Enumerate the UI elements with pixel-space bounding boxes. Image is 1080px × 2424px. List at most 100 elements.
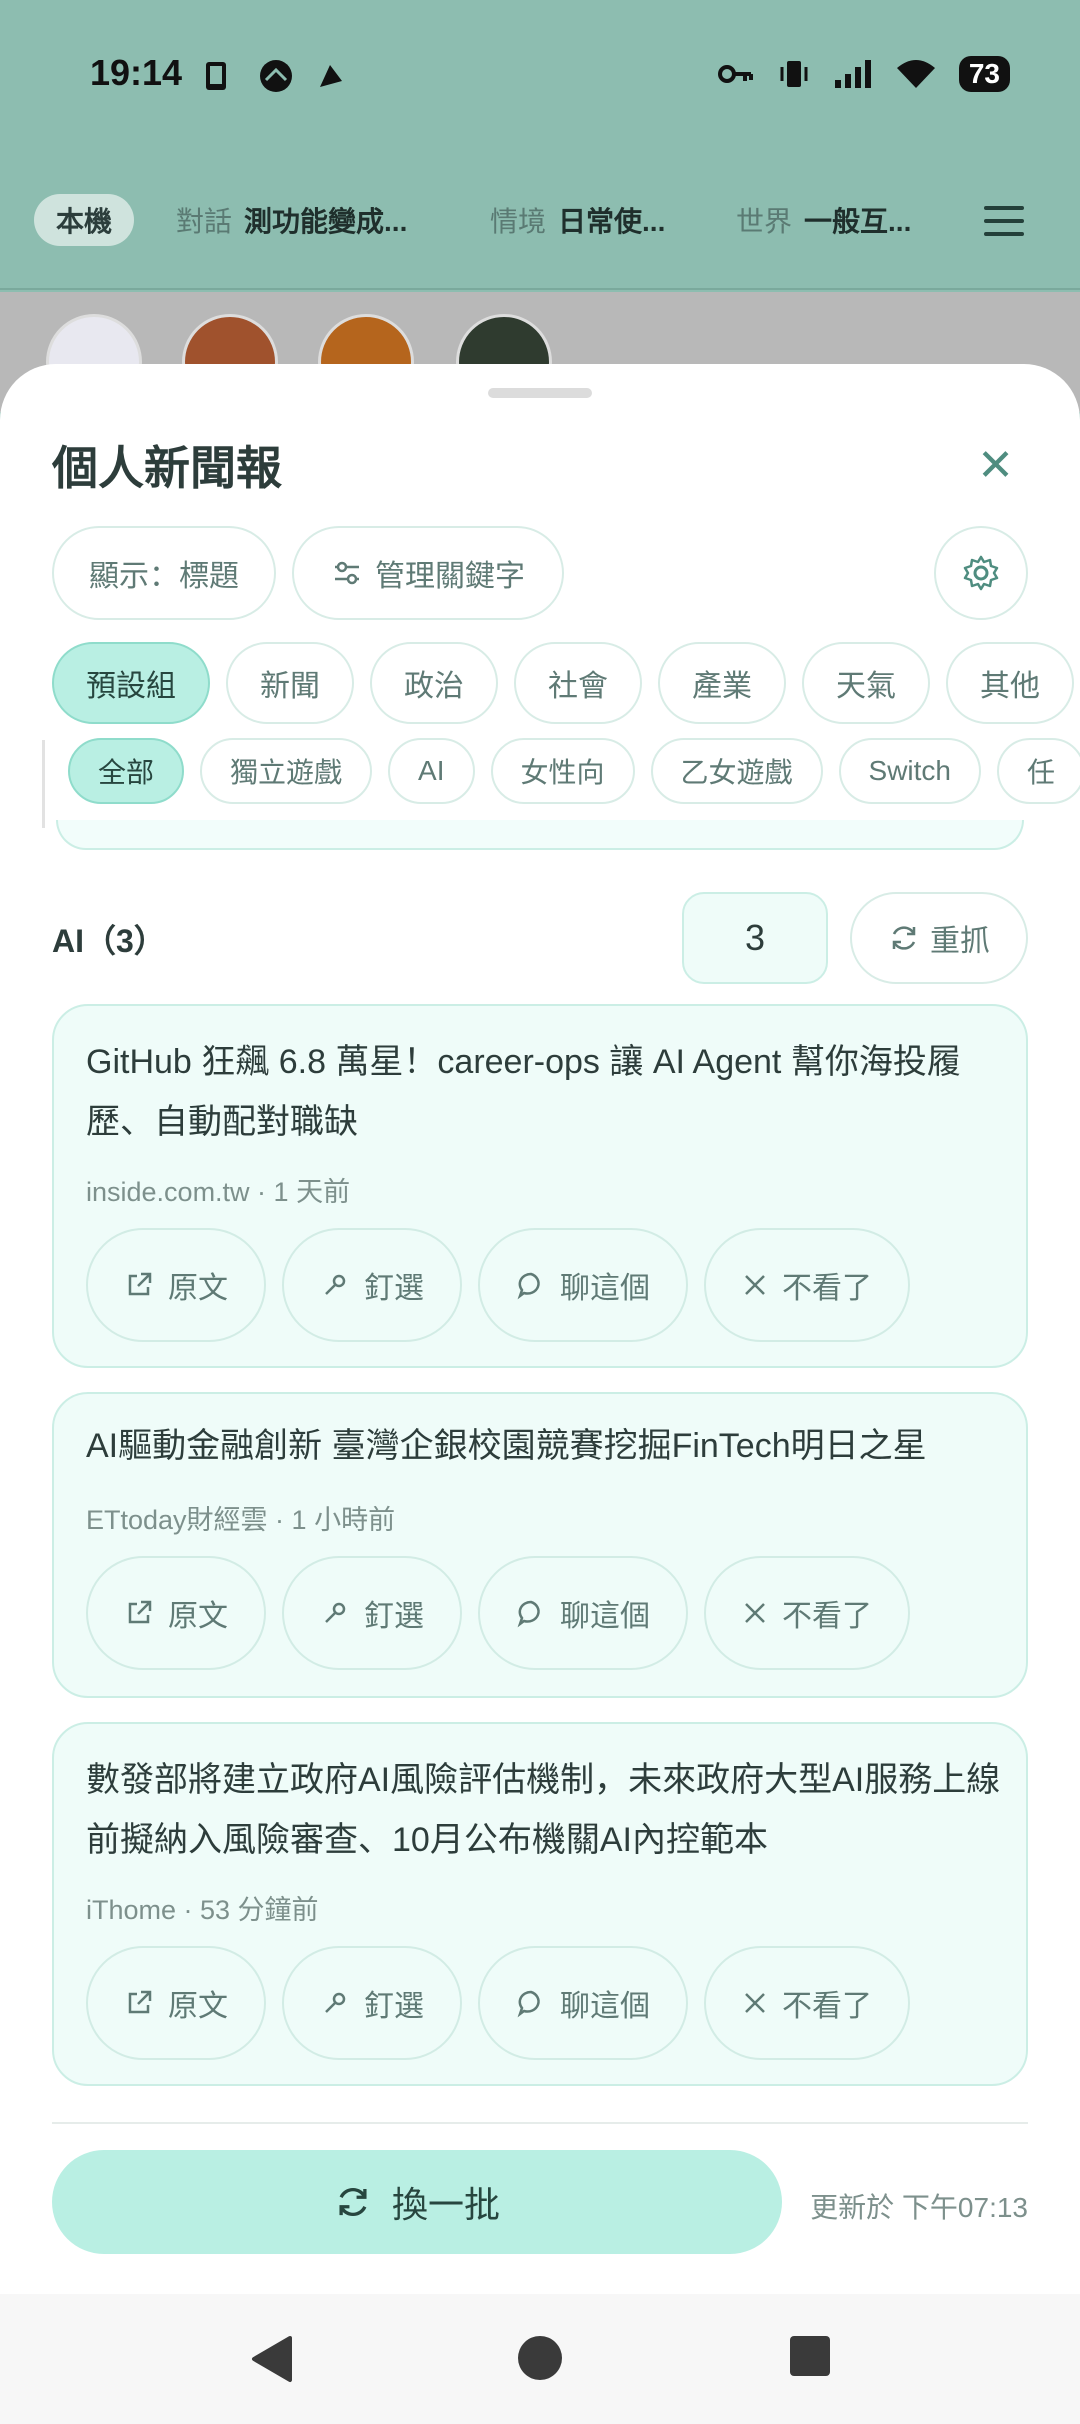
chat-bubble-icon (517, 1272, 540, 1300)
chip-keyword[interactable]: 任 (997, 738, 1080, 804)
chip-keyword[interactable]: Switch (838, 738, 981, 804)
section-label: AI（3） (52, 923, 166, 959)
pin-icon (325, 1992, 346, 2013)
refresh-icon (892, 926, 916, 950)
pin-button[interactable]: 釘選 (282, 1946, 462, 2060)
chip-category[interactable]: 其他 (946, 642, 1074, 724)
previous-card-edge (56, 820, 1024, 850)
key-icon (717, 65, 753, 83)
tab-conversation[interactable]: 對話 測功能變成... (176, 194, 407, 246)
close-icon (745, 1275, 765, 1295)
pin-button[interactable]: 釘選 (282, 1228, 462, 1342)
chat-about-label: 聊這個 (560, 1600, 650, 1633)
news-title[interactable]: 數發部將建立政府AI風險評估機制，未來政府大型AI服務上線前擬納入風險審查、10… (86, 1750, 1006, 1870)
pin-label: 釘選 (364, 1990, 424, 2023)
close-icon (745, 1603, 765, 1623)
chat-about-button[interactable]: 聊這個 (478, 1228, 688, 1342)
news-card[interactable]: AI驅動金融創新 臺灣企銀校園競賽挖掘FinTech明日之星 ETtoday財經… (52, 1392, 1028, 1698)
refetch-label: 重抓 (930, 925, 990, 958)
pin-label: 釘選 (364, 1272, 424, 1305)
news-title[interactable]: AI驅動金融創新 臺灣企銀校園競賽挖掘FinTech明日之星 (86, 1416, 1006, 1476)
chip-category[interactable]: 新聞 (226, 642, 354, 724)
system-icons: 73 (717, 56, 1010, 92)
article-count-input[interactable]: 3 (682, 892, 828, 984)
external-link-icon (128, 1272, 152, 1296)
hide-button[interactable]: 不看了 (704, 1556, 910, 1670)
chip-keyword[interactable]: 乙女遊戲 (650, 738, 823, 804)
pin-icon (325, 1274, 346, 1295)
open-source-label: 原文 (168, 1990, 228, 2023)
chip-keyword[interactable]: 獨立遊戲 (200, 738, 373, 804)
keyword-chip-row: 全部 獨立遊戲 AI 女性向 乙女遊戲 Switch 任 (68, 738, 1080, 804)
back-icon[interactable] (248, 2334, 294, 2384)
display-mode-button[interactable]: 顯示：標題 (52, 526, 276, 620)
chip-category[interactable]: 天氣 (802, 642, 930, 724)
battery-icon: 73 (958, 56, 1010, 92)
chat-about-button[interactable]: 聊這個 (478, 1946, 688, 2060)
hide-label: 不看了 (782, 1600, 872, 1633)
tab-device[interactable]: 本機 (34, 194, 135, 246)
news-card[interactable]: 數發部將建立政府AI風險評估機制，未來政府大型AI服務上線前擬納入風險審查、10… (52, 1722, 1028, 2086)
chat-about-label: 聊這個 (560, 1990, 650, 2023)
updated-time: 更新於 下午07:13 (810, 2192, 1028, 2223)
close-icon (745, 1993, 765, 2013)
open-source-label: 原文 (168, 1600, 228, 1633)
hamburger-menu-icon[interactable] (984, 206, 1024, 245)
swap-batch-button[interactable]: 換一批 (52, 2150, 782, 2254)
hide-button[interactable]: 不看了 (704, 1228, 910, 1342)
divider (52, 2122, 1028, 2124)
hide-button[interactable]: 不看了 (704, 1946, 910, 2060)
news-meta: iThome · 53 分鐘前 (86, 1895, 319, 1925)
tab-scenario-value: 日常使... (558, 206, 666, 237)
scroll-indicator (42, 740, 45, 828)
manage-keywords-button[interactable]: 管理關鍵字 (292, 526, 564, 620)
external-link-icon (128, 1990, 152, 2014)
device-icon (206, 62, 226, 90)
chat-about-label: 聊這個 (560, 1272, 650, 1305)
home-icon[interactable] (516, 2334, 564, 2382)
tab-scenario[interactable]: 情境 日常使... (490, 194, 665, 246)
system-navigation-bar (0, 2294, 1080, 2424)
swap-batch-label: 換一批 (391, 2184, 500, 2225)
pin-icon (325, 1602, 346, 1623)
category-chip-row: 預設組 新聞 政治 社會 產業 天氣 其他 (52, 642, 1074, 724)
wifi-icon (896, 60, 935, 88)
close-icon[interactable]: ✕ (977, 444, 1014, 488)
vibrate-icon (780, 61, 808, 87)
news-actions: 原文 釘選 聊這個 不看了 (86, 1228, 910, 1342)
settings-button[interactable] (934, 526, 1028, 620)
news-card[interactable]: GitHub 狂飆 6.8 萬星！career-ops 讓 AI Agent 幫… (52, 1004, 1028, 1368)
open-source-button[interactable]: 原文 (86, 1556, 266, 1670)
sliders-icon (335, 561, 359, 585)
chip-category[interactable]: 政治 (370, 642, 498, 724)
tab-conversation-key: 對話 (176, 206, 233, 237)
news-meta: inside.com.tw · 1 天前 (86, 1177, 351, 1207)
status-time: 19:14 (90, 52, 183, 93)
chip-keyword[interactable]: AI (388, 738, 475, 804)
open-source-button[interactable]: 原文 (86, 1946, 266, 2060)
manage-keywords-label: 管理關鍵字 (375, 560, 525, 593)
chip-category[interactable]: 社會 (514, 642, 642, 724)
tab-world-key: 世界 (736, 206, 793, 237)
pin-label: 釘選 (364, 1600, 424, 1633)
pin-button[interactable]: 釘選 (282, 1556, 462, 1670)
recents-icon[interactable] (788, 2334, 832, 2378)
chip-category[interactable]: 預設組 (52, 642, 210, 724)
status-bar: 19:14 73 (0, 0, 1080, 150)
tab-world-value: 一般互... (804, 206, 912, 237)
chip-keyword[interactable]: 全部 (68, 738, 185, 804)
chip-keyword[interactable]: 女性向 (490, 738, 635, 804)
open-source-label: 原文 (168, 1272, 228, 1305)
send-icon (320, 65, 342, 87)
chip-category[interactable]: 產業 (658, 642, 786, 724)
sheet-drag-handle[interactable] (488, 388, 592, 398)
news-title[interactable]: GitHub 狂飆 6.8 萬星！career-ops 讓 AI Agent 幫… (86, 1032, 1006, 1152)
chat-about-button[interactable]: 聊這個 (478, 1556, 688, 1670)
signal-icon (834, 60, 871, 88)
refetch-button[interactable]: 重抓 (850, 892, 1028, 984)
notification-icons (200, 58, 346, 94)
conversation-context-bar: 本機 對話 測功能變成... 情境 日常使... 世界 一般互... (0, 150, 1080, 290)
tab-world[interactable]: 世界 一般互... (736, 194, 911, 246)
open-source-button[interactable]: 原文 (86, 1228, 266, 1342)
tab-scenario-key: 情境 (490, 206, 547, 237)
